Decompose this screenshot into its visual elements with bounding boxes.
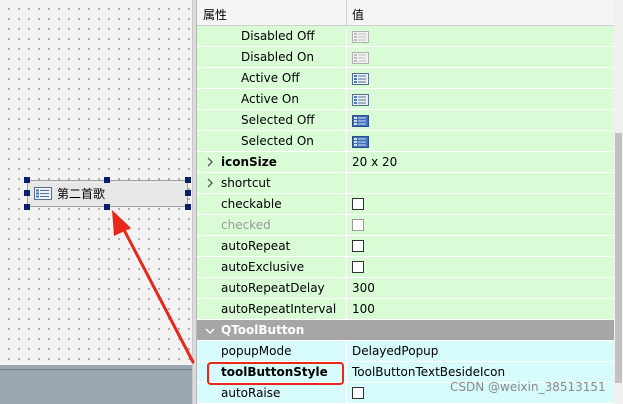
chevron-right-icon[interactable] (204, 177, 216, 189)
property-name: checked (221, 218, 271, 232)
property-row-disabled-off[interactable]: Disabled Off (197, 26, 615, 47)
resize-handle-bottom-left[interactable] (24, 204, 30, 210)
resize-handle-top-right[interactable] (185, 177, 191, 183)
resize-handle-top-left[interactable] (24, 177, 30, 183)
property-group-qtoolbutton[interactable]: QToolButton (197, 320, 615, 341)
property-row-disabled-on[interactable]: Disabled On (197, 47, 615, 68)
property-value[interactable]: 100 (352, 302, 375, 316)
pixmap-icon[interactable] (352, 115, 369, 127)
scrollbar-thumb[interactable] (615, 133, 622, 383)
property-row-autorepeat[interactable]: autoRepeat (197, 236, 615, 257)
resize-handle-bottom-right[interactable] (185, 204, 191, 210)
resize-handle-middle-left[interactable] (24, 190, 30, 196)
pixmap-icon[interactable] (352, 52, 369, 64)
property-row-active-off[interactable]: Active Off (197, 68, 615, 89)
property-row-autoexclusive[interactable]: autoExclusive (197, 257, 615, 278)
property-name: checkable (221, 197, 282, 211)
property-name: popupMode (221, 344, 292, 358)
tool-button-label: 第二首歌 (57, 187, 106, 201)
property-rows: Disabled Off Disabled On Active Off Acti… (197, 26, 615, 404)
watermark: CSDN @weixin_38513151 (450, 380, 606, 394)
chevron-down-icon[interactable] (204, 325, 216, 337)
property-name: autoRaise (221, 386, 281, 400)
property-row-autorepeatdelay[interactable]: autoRepeatDelay 300 (197, 278, 615, 299)
pixmap-icon[interactable] (352, 73, 369, 85)
header-value[interactable]: 值 (352, 6, 364, 23)
property-name: Disabled Off (241, 29, 315, 43)
canvas-bottom-area (0, 365, 192, 404)
property-name: iconSize (221, 155, 277, 169)
property-row-selected-on[interactable]: Selected On (197, 131, 615, 152)
checked-checkbox (352, 219, 364, 231)
pixmap-icon[interactable] (352, 31, 369, 43)
autorepeat-checkbox[interactable] (352, 240, 364, 252)
property-name: Selected Off (241, 113, 315, 127)
property-row-autorepeatinterval[interactable]: autoRepeatInterval 100 (197, 299, 615, 320)
resize-handle-top-middle[interactable] (104, 177, 110, 183)
resize-handle-bottom-middle[interactable] (104, 204, 110, 210)
property-row-shortcut[interactable]: shortcut (197, 173, 615, 194)
autoraise-checkbox[interactable] (352, 387, 364, 399)
property-name: autoRepeat (221, 239, 291, 253)
highlight-box (207, 362, 344, 385)
chevron-right-icon[interactable] (204, 156, 216, 168)
property-name: Active Off (241, 71, 300, 85)
header-property[interactable]: 属性 (203, 6, 227, 23)
property-row-checked: checked (197, 215, 615, 236)
property-row-iconsize[interactable]: iconSize 20 x 20 (197, 152, 615, 173)
pixmap-icon[interactable] (352, 136, 369, 148)
property-name: Active On (241, 92, 299, 106)
vertical-scrollbar[interactable] (614, 0, 623, 404)
property-value[interactable]: DelayedPopup (352, 344, 438, 358)
property-name: autoRepeatInterval (221, 302, 337, 316)
resize-handle-middle-right[interactable] (185, 190, 191, 196)
autoexclusive-checkbox[interactable] (352, 261, 364, 273)
group-name: QToolButton (221, 323, 305, 337)
property-row-checkable[interactable]: checkable (197, 194, 615, 215)
property-name: autoRepeatDelay (221, 281, 325, 295)
property-value[interactable]: ToolButtonTextBesideIcon (352, 365, 505, 379)
property-row-active-on[interactable]: Active On (197, 89, 615, 110)
property-value[interactable]: 300 (352, 281, 375, 295)
property-row-popupmode[interactable]: popupMode DelayedPopup (197, 341, 615, 362)
property-value[interactable]: 20 x 20 (352, 155, 397, 169)
property-name: Disabled On (241, 50, 314, 64)
property-header: 属性 值 (197, 0, 615, 26)
form-canvas[interactable]: 第二首歌 (0, 0, 192, 365)
property-editor: 属性 值 Disabled Off Disabled On Active Off… (196, 0, 615, 404)
property-row-selected-off[interactable]: Selected Off (197, 110, 615, 131)
property-name: Selected On (241, 134, 314, 148)
tool-button-widget[interactable]: 第二首歌 (27, 180, 188, 207)
list-icon (34, 187, 52, 200)
checkable-checkbox[interactable] (352, 198, 364, 210)
property-name: shortcut (221, 176, 271, 190)
property-name: autoExclusive (221, 260, 305, 274)
pixmap-icon[interactable] (352, 94, 369, 106)
